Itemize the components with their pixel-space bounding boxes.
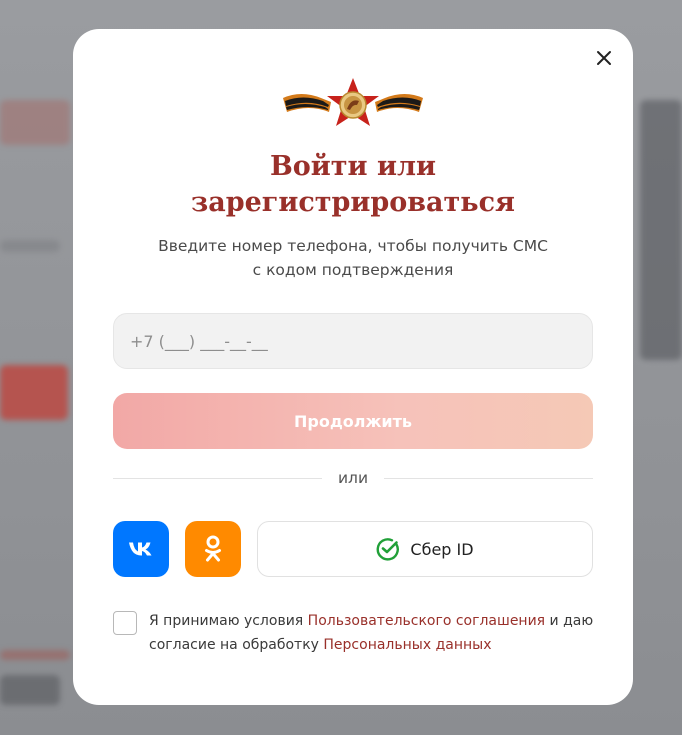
personal-data-link[interactable]: Персональных данных bbox=[323, 637, 491, 653]
subtitle-line-2: с кодом подтверждения bbox=[252, 261, 454, 279]
background-blur bbox=[0, 365, 68, 420]
background-blur bbox=[0, 100, 70, 145]
subtitle-line-1: Введите номер телефона, чтобы получить С… bbox=[158, 237, 548, 255]
agreement-row: Я принимаю условия Пользовательского сог… bbox=[113, 609, 603, 657]
subtitle: Введите номер телефона, чтобы получить С… bbox=[73, 234, 633, 282]
login-modal: Войти или зарегистрироваться Введите ном… bbox=[73, 29, 633, 705]
user-agreement-link[interactable]: Пользовательского соглашения bbox=[308, 613, 545, 629]
page-title: Войти или зарегистрироваться bbox=[73, 149, 633, 221]
background-blur bbox=[0, 240, 60, 252]
continue-button[interactable]: Продолжить bbox=[113, 393, 593, 449]
vk-icon bbox=[129, 542, 152, 556]
ribbon-left bbox=[283, 94, 331, 112]
ok-login-button[interactable] bbox=[185, 521, 241, 577]
victory-star-ribbon-logo bbox=[283, 78, 423, 126]
vk-login-button[interactable] bbox=[113, 521, 169, 577]
agreement-text: Я принимаю условия Пользовательского сог… bbox=[149, 609, 603, 657]
or-divider: или bbox=[113, 467, 593, 489]
divider-label: или bbox=[337, 469, 369, 487]
agreement-text-part1: Я принимаю условия bbox=[149, 613, 308, 629]
sber-check-icon bbox=[376, 538, 400, 561]
sber-id-button[interactable]: Сбер ID bbox=[257, 521, 593, 577]
divider-line bbox=[384, 477, 593, 479]
title-line-2: зарегистрироваться bbox=[190, 187, 515, 218]
close-button[interactable] bbox=[593, 47, 615, 69]
title-line-1: Войти или bbox=[269, 151, 437, 182]
odnoklassniki-icon bbox=[205, 535, 221, 562]
ribbon-right bbox=[375, 94, 423, 112]
divider-line bbox=[113, 477, 322, 479]
background-blur bbox=[0, 650, 70, 660]
close-icon bbox=[597, 51, 611, 65]
background-blur bbox=[640, 100, 682, 360]
phone-input[interactable] bbox=[113, 313, 593, 369]
background-blur bbox=[0, 675, 60, 705]
sber-id-label: Сбер ID bbox=[410, 539, 474, 559]
agreement-checkbox[interactable] bbox=[113, 611, 137, 635]
